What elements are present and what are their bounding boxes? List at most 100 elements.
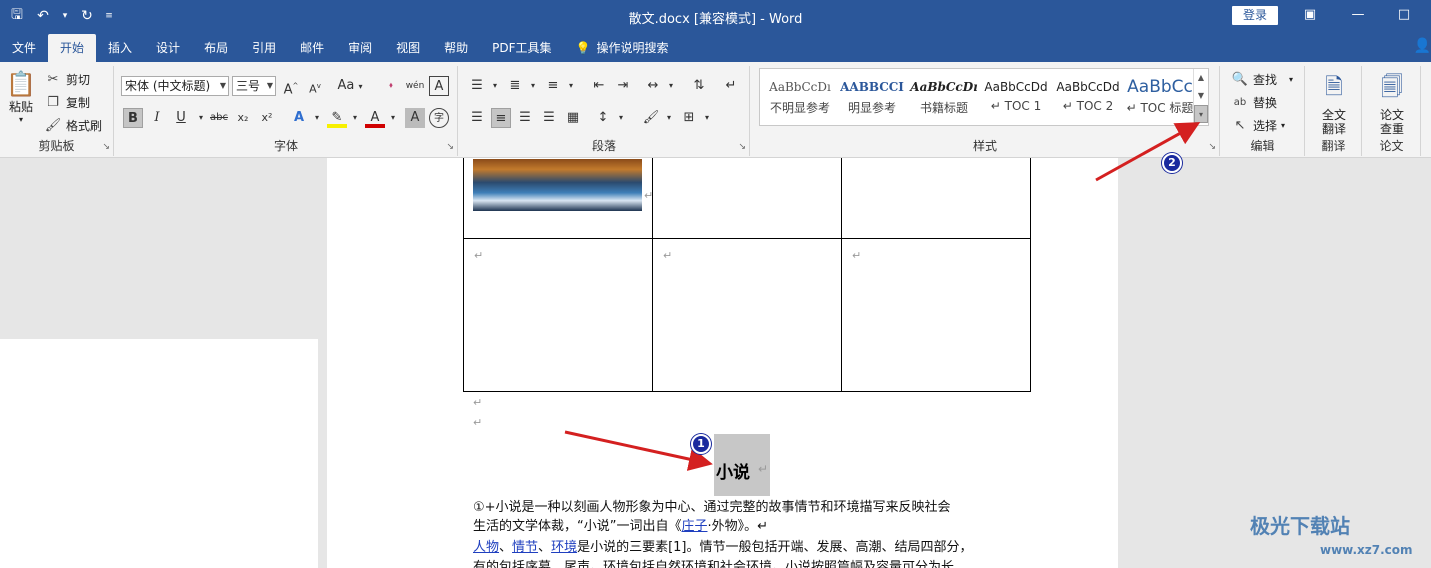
superscript-button[interactable]: x² bbox=[257, 108, 277, 128]
select-button[interactable]: ↖ 选择 ▾ bbox=[1231, 116, 1285, 134]
font-name-combo[interactable]: 宋体 (中文标题) ▼ bbox=[121, 76, 229, 96]
underline-dropdown-icon[interactable]: ▾ bbox=[191, 108, 211, 128]
lake-photo[interactable] bbox=[473, 159, 642, 211]
character-link[interactable]: 人物 bbox=[473, 540, 499, 555]
format-painter-button[interactable]: 🖌 格式刷 bbox=[44, 116, 102, 134]
shrink-font-button[interactable]: Av bbox=[305, 76, 325, 96]
change-case-button[interactable]: Aa ▾ bbox=[335, 76, 365, 96]
highlight-dropdown-icon[interactable]: ▾ bbox=[345, 108, 365, 128]
tab-mailings[interactable]: 邮件 bbox=[288, 34, 336, 62]
text-effects-dropdown-icon[interactable]: ▾ bbox=[307, 108, 327, 128]
maximize-icon[interactable]: □ bbox=[1384, 4, 1424, 26]
find-button[interactable]: 🔍 查找 ▾ bbox=[1231, 70, 1293, 88]
cut-button[interactable]: ✂ 剪切 bbox=[44, 70, 90, 88]
character-shading-button[interactable]: A bbox=[405, 108, 425, 128]
tab-layout[interactable]: 布局 bbox=[192, 34, 240, 62]
phonetic-guide-button[interactable]: wén bbox=[405, 76, 425, 96]
setting-link[interactable]: 环境 bbox=[551, 540, 577, 555]
table-cell[interactable]: ↵ bbox=[463, 238, 653, 392]
plot-link[interactable]: 情节 bbox=[512, 540, 538, 555]
style-intense-reference[interactable]: AABBCCI 明显参考 bbox=[836, 75, 908, 123]
font-launcher-icon[interactable]: ↘ bbox=[446, 142, 454, 152]
body-line[interactable]: 人物、情节、环境是小说的三要素[1]。情节一般包括开端、发展、高潮、结局四部分， bbox=[473, 538, 1013, 558]
justify-icon[interactable]: ☰ bbox=[539, 108, 559, 128]
font-color-dropdown-icon[interactable]: ▾ bbox=[383, 108, 403, 128]
shading-dropdown-icon[interactable]: ▾ bbox=[659, 108, 679, 128]
document-page[interactable]: ↵ ↵ ↵ ↵ ↵ ↵ 小说 ↵ ①+小说是一种以刻画人物形象为中心、通过完整的… bbox=[327, 158, 1118, 568]
text-effects-icon[interactable]: A bbox=[289, 108, 309, 128]
style-subtle-reference[interactable]: AaBbCcDı 不明显参考 bbox=[764, 75, 836, 123]
tell-me-search[interactable]: 💡 操作说明搜索 bbox=[564, 34, 681, 62]
style-toc-2[interactable]: AaBbCcDd ↵ TOC 2 bbox=[1052, 75, 1124, 123]
table-cell[interactable]: ↵ bbox=[463, 158, 653, 239]
line-spacing-dropdown-icon[interactable]: ▾ bbox=[611, 108, 631, 128]
align-center-icon[interactable]: ≡ bbox=[491, 108, 511, 128]
table-cell[interactable] bbox=[652, 158, 842, 239]
line-spacing-icon[interactable]: ↕ bbox=[593, 108, 613, 128]
sort-icon[interactable]: ⇅ bbox=[689, 76, 709, 96]
font-size-combo[interactable]: 三号 ▼ bbox=[232, 76, 276, 96]
bullets-icon[interactable]: ☰ bbox=[467, 76, 487, 96]
paper-check-button[interactable]: 🗐 论文查重 bbox=[1371, 70, 1413, 136]
numbering-icon[interactable]: ≣ bbox=[505, 76, 525, 96]
paste-button[interactable]: 📋 粘贴 ▾ bbox=[6, 70, 36, 124]
multilevel-list-icon[interactable]: ≡ bbox=[543, 76, 563, 96]
multilevel-dropdown-icon[interactable]: ▾ bbox=[561, 76, 581, 96]
highlight-icon[interactable]: ✎ bbox=[327, 108, 347, 128]
tab-view[interactable]: 视图 bbox=[384, 34, 432, 62]
tab-home[interactable]: 开始 bbox=[48, 34, 97, 62]
enclose-characters-button[interactable]: 字 bbox=[429, 108, 449, 128]
tab-references[interactable]: 引用 bbox=[240, 34, 288, 62]
tab-pdf-tools[interactable]: PDF工具集 bbox=[480, 34, 563, 62]
shading-icon[interactable]: 🖌 bbox=[641, 108, 661, 128]
gallery-more-icon[interactable]: ▾ bbox=[1194, 105, 1208, 123]
borders-icon[interactable]: ⊞ bbox=[679, 108, 699, 128]
tab-review[interactable]: 审阅 bbox=[336, 34, 384, 62]
chinese-layout-dropdown-icon[interactable]: ▾ bbox=[661, 76, 681, 96]
ribbon-display-options-icon[interactable]: ▣ bbox=[1290, 4, 1330, 26]
clipboard-launcher-icon[interactable]: ↘ bbox=[102, 142, 110, 152]
body-line[interactable]: 有的包括序幕、尾声。环境包括自然环境和社会环境。小说按照篇幅及容量可分为长 bbox=[473, 558, 1013, 568]
replace-button[interactable]: ab 替换 bbox=[1231, 93, 1277, 111]
font-color-button[interactable]: A bbox=[365, 108, 385, 128]
style-book-title[interactable]: AaBbCcDı 书籍标题 bbox=[908, 75, 980, 123]
show-marks-icon[interactable]: ↵ bbox=[721, 76, 741, 96]
copy-button[interactable]: ❐ 复制 bbox=[44, 93, 90, 111]
chinese-layout-icon[interactable]: ↔ bbox=[643, 76, 663, 96]
login-button[interactable]: 登录 bbox=[1232, 6, 1278, 25]
minimize-icon[interactable]: — bbox=[1338, 4, 1378, 26]
borders-dropdown-icon[interactable]: ▾ bbox=[697, 108, 717, 128]
distributed-icon[interactable]: ▦ bbox=[563, 108, 583, 128]
tab-design[interactable]: 设计 bbox=[144, 34, 192, 62]
table-cell[interactable]: ↵ bbox=[841, 238, 1031, 392]
bullets-dropdown-icon[interactable]: ▾ bbox=[485, 76, 505, 96]
increase-indent-icon[interactable]: ⇥ bbox=[613, 76, 633, 96]
tab-file[interactable]: 文件 bbox=[0, 34, 48, 62]
align-left-icon[interactable]: ☰ bbox=[467, 108, 487, 128]
heading-text[interactable]: 小说 bbox=[716, 458, 750, 483]
tab-insert[interactable]: 插入 bbox=[96, 34, 144, 62]
paragraph-launcher-icon[interactable]: ↘ bbox=[738, 142, 746, 152]
character-border-button[interactable]: A bbox=[429, 76, 449, 96]
table-cell[interactable] bbox=[841, 158, 1031, 239]
align-right-icon[interactable]: ☰ bbox=[515, 108, 535, 128]
decrease-indent-icon[interactable]: ⇤ bbox=[589, 76, 609, 96]
italic-button[interactable]: I bbox=[147, 108, 167, 128]
translate-button[interactable]: 🗎 全文翻译 bbox=[1314, 70, 1354, 136]
grow-font-button[interactable]: A^ bbox=[281, 76, 301, 97]
gallery-down-icon[interactable]: ▼ bbox=[1194, 87, 1208, 105]
numbering-dropdown-icon[interactable]: ▾ bbox=[523, 76, 543, 96]
body-line[interactable]: ①+小说是一种以刻画人物形象为中心、通过完整的故事情节和环境描写来反映社会 bbox=[473, 498, 1013, 518]
styles-launcher-icon[interactable]: ↘ bbox=[1208, 142, 1216, 152]
gallery-up-icon[interactable]: ▲ bbox=[1194, 69, 1208, 87]
body-line[interactable]: 生活的文学体裁，“小说”一词出自《庄子·外物》。↵ bbox=[473, 517, 1013, 537]
clear-formatting-icon[interactable]: ⬪ bbox=[381, 76, 401, 96]
zhuangzi-link[interactable]: 庄子 bbox=[681, 519, 707, 534]
style-toc-heading[interactable]: AaBbCc ↵ TOC 标题 bbox=[1124, 75, 1196, 123]
subscript-button[interactable]: x₂ bbox=[233, 108, 253, 128]
strikethrough-button[interactable]: abc bbox=[209, 108, 229, 128]
underline-button[interactable]: U bbox=[171, 108, 191, 128]
style-toc-1[interactable]: AaBbCcDd ↵ TOC 1 bbox=[980, 75, 1052, 123]
share-icon[interactable]: 👤 bbox=[1414, 38, 1431, 54]
table-cell[interactable]: ↵ bbox=[652, 238, 842, 392]
